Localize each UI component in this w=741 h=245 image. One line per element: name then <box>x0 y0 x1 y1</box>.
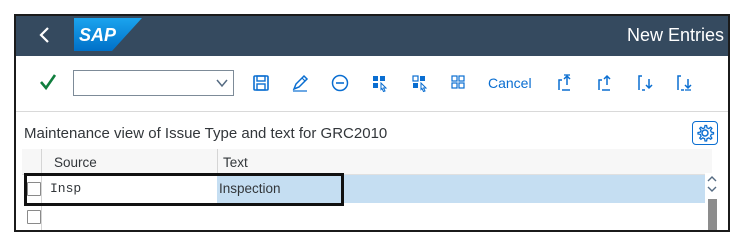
maintenance-view-title: Maintenance view of Issue Type and text … <box>24 125 388 142</box>
chevron-left-icon <box>39 27 49 43</box>
command-field[interactable] <box>73 70 234 96</box>
table-header-row: Source Text <box>22 149 712 175</box>
last-page-icon[interactable] <box>673 72 695 94</box>
edit-icon[interactable] <box>289 72 311 94</box>
text-cell[interactable] <box>217 203 705 230</box>
enter-button[interactable] <box>38 70 58 94</box>
gear-icon <box>697 124 715 142</box>
column-header-source[interactable]: Source <box>54 154 97 172</box>
row-select-checkbox[interactable] <box>27 210 41 224</box>
column-header-text[interactable]: Text <box>223 154 248 172</box>
chevron-down-icon[interactable] <box>213 71 231 95</box>
chevron-up-down-icon <box>707 176 717 192</box>
previous-page-icon[interactable] <box>594 72 616 94</box>
minus-circle-icon[interactable] <box>329 72 351 94</box>
sap-logo: SAP <box>74 18 142 51</box>
sap-window: SAP New Entries Cancel Maintenance view … <box>14 14 730 232</box>
check-icon <box>40 74 57 91</box>
scroll-arrows[interactable] <box>705 173 719 195</box>
table-settings-button[interactable] <box>692 121 718 145</box>
vertical-scrollbar[interactable] <box>705 173 719 230</box>
save-icon[interactable] <box>250 72 272 94</box>
table-row[interactable] <box>22 203 712 230</box>
cancel-button[interactable]: Cancel <box>488 72 532 94</box>
select-all-icon[interactable] <box>369 72 391 94</box>
scrollbar-thumb[interactable] <box>708 199 717 230</box>
select-block-icon[interactable] <box>409 72 431 94</box>
highlight-box <box>24 173 344 206</box>
source-cell[interactable] <box>47 203 217 230</box>
back-button[interactable] <box>34 22 56 48</box>
next-page-icon[interactable] <box>634 72 656 94</box>
shell-header: SAP New Entries <box>16 16 728 56</box>
first-page-icon[interactable] <box>554 72 576 94</box>
page-title: New Entries <box>626 25 724 45</box>
svg-text:SAP: SAP <box>79 25 117 45</box>
deselect-all-icon[interactable] <box>448 72 470 94</box>
toolbar: Cancel <box>16 56 728 112</box>
